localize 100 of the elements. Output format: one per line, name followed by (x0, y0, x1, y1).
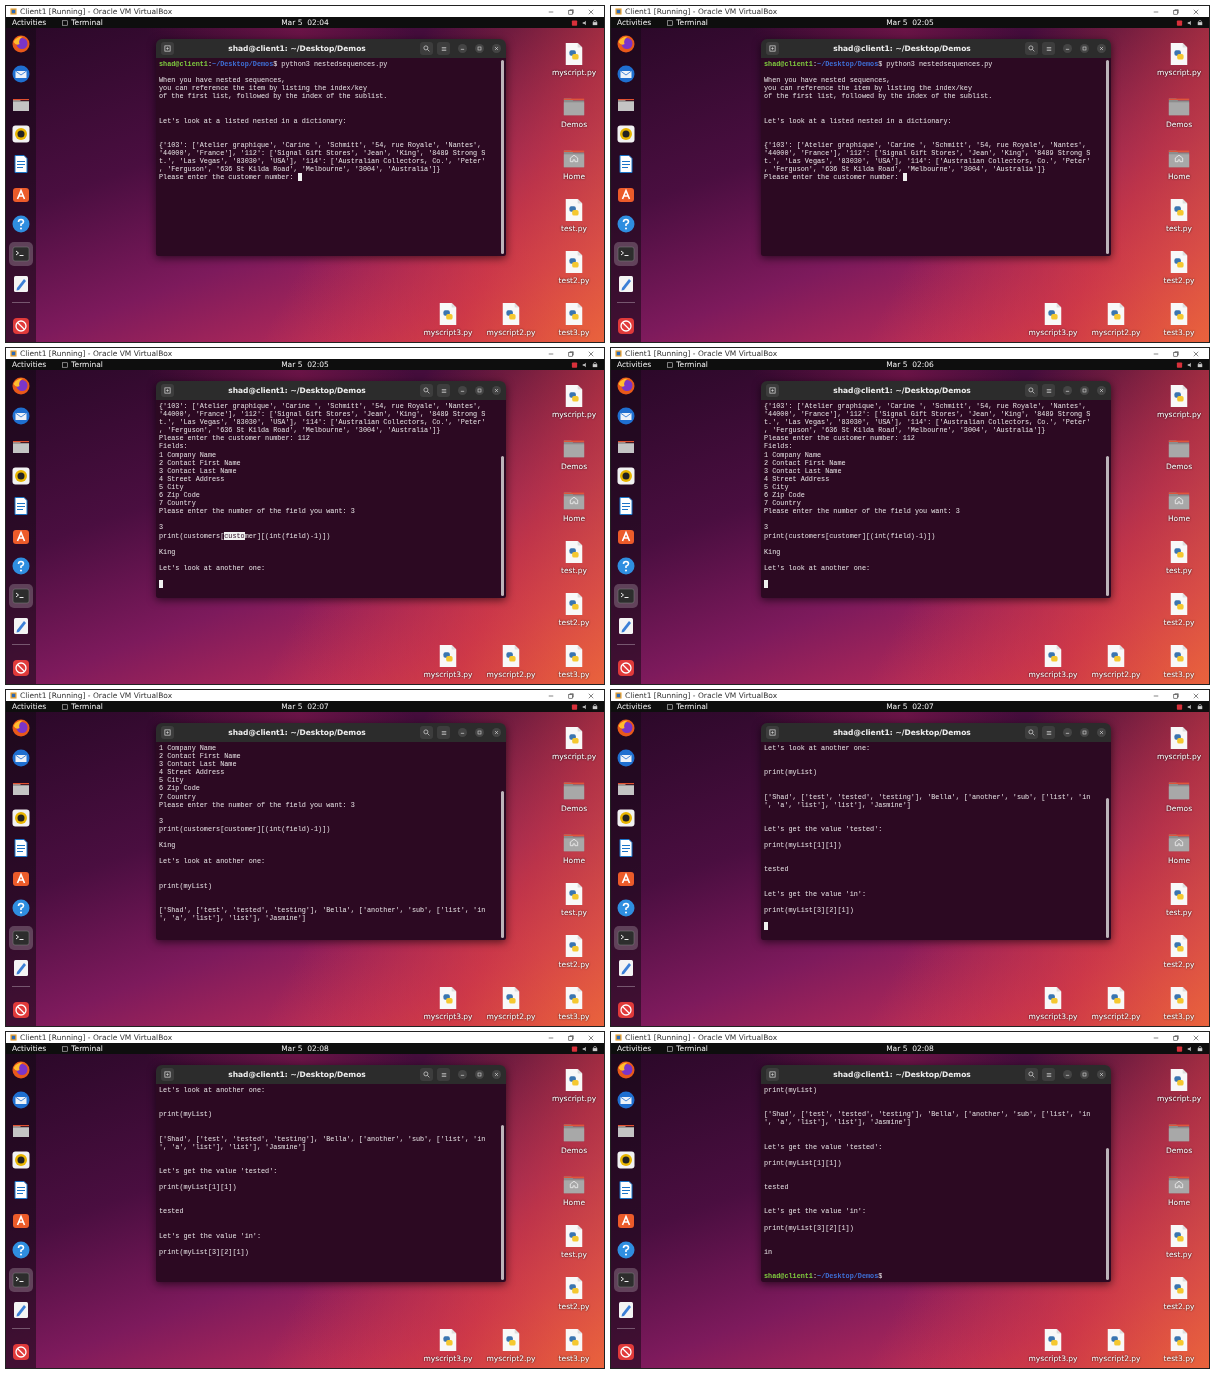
python-file-icon[interactable] (1168, 882, 1190, 906)
python-file-icon[interactable] (563, 1328, 585, 1352)
minimize-button[interactable] (458, 1070, 467, 1079)
python-file-icon[interactable] (437, 986, 459, 1010)
maximize-button[interactable] (1080, 728, 1089, 737)
python-file-icon[interactable] (1168, 1224, 1190, 1248)
python-file-icon[interactable] (563, 384, 585, 408)
speaker-icon[interactable] (1187, 19, 1193, 26)
search-button[interactable] (420, 384, 433, 397)
scrollbar-thumb[interactable] (1106, 60, 1109, 254)
menu-button[interactable] (1042, 384, 1055, 397)
restore-icon[interactable] (568, 692, 574, 699)
scrollbar-thumb[interactable] (1106, 456, 1109, 596)
close-button[interactable] (1097, 728, 1106, 737)
close-icon[interactable] (588, 692, 594, 699)
menu-button[interactable] (437, 384, 450, 397)
maximize-button[interactable] (1080, 386, 1089, 395)
restore-icon[interactable] (568, 350, 574, 357)
terminal-dock-button[interactable] (9, 926, 33, 950)
scrollbar-thumb[interactable] (501, 60, 504, 254)
python-file-icon[interactable] (563, 986, 585, 1010)
python-file-icon[interactable] (563, 592, 585, 616)
python-file-icon[interactable] (563, 42, 585, 66)
python-file-icon[interactable] (1168, 302, 1190, 326)
python-file-icon[interactable] (563, 1068, 585, 1092)
python-file-icon[interactable] (500, 302, 522, 326)
speaker-icon[interactable] (1187, 361, 1193, 368)
close-button[interactable] (1097, 44, 1106, 53)
minimize-button[interactable] (1063, 386, 1072, 395)
python-file-icon[interactable] (563, 302, 585, 326)
python-file-icon[interactable] (1168, 1276, 1190, 1300)
python-file-icon[interactable] (1168, 986, 1190, 1010)
menu-button[interactable] (437, 726, 450, 739)
new-tab-button[interactable] (766, 1068, 779, 1081)
python-file-icon[interactable] (1168, 42, 1190, 66)
close-icon[interactable] (1193, 692, 1199, 699)
python-file-icon[interactable] (1105, 1328, 1127, 1352)
python-file-icon[interactable] (1168, 644, 1190, 668)
python-file-icon[interactable] (563, 934, 585, 958)
restore-icon[interactable] (568, 1034, 574, 1041)
python-file-icon[interactable] (1042, 644, 1064, 668)
maximize-button[interactable] (475, 386, 484, 395)
scrollbar-thumb[interactable] (501, 1124, 504, 1280)
speaker-icon[interactable] (582, 361, 588, 368)
close-icon[interactable] (588, 1034, 594, 1041)
python-file-icon[interactable] (1042, 302, 1064, 326)
scrollbar-thumb[interactable] (501, 456, 504, 596)
terminal-dock-button[interactable] (9, 242, 33, 266)
terminal-dock-button[interactable] (614, 926, 638, 950)
python-file-icon[interactable] (563, 1224, 585, 1248)
minimize-button[interactable] (1063, 44, 1072, 53)
python-file-icon[interactable] (1042, 1328, 1064, 1352)
new-tab-button[interactable] (161, 42, 174, 55)
close-button[interactable] (492, 44, 501, 53)
restore-icon[interactable] (1173, 350, 1179, 357)
menu-button[interactable] (1042, 1068, 1055, 1081)
maximize-button[interactable] (1080, 44, 1089, 53)
speaker-icon[interactable] (582, 1045, 588, 1052)
close-button[interactable] (492, 386, 501, 395)
new-tab-button[interactable] (161, 726, 174, 739)
close-icon[interactable] (588, 350, 594, 357)
speaker-icon[interactable] (1187, 703, 1193, 710)
menu-button[interactable] (1042, 726, 1055, 739)
close-icon[interactable] (1193, 8, 1199, 15)
minimize-button[interactable] (1063, 728, 1072, 737)
search-button[interactable] (420, 726, 433, 739)
new-tab-button[interactable] (161, 384, 174, 397)
python-file-icon[interactable] (1168, 384, 1190, 408)
python-file-icon[interactable] (500, 986, 522, 1010)
scrollbar-thumb[interactable] (1106, 798, 1109, 938)
python-file-icon[interactable] (1168, 1328, 1190, 1352)
speaker-icon[interactable] (1187, 1045, 1193, 1052)
new-tab-button[interactable] (766, 42, 779, 55)
search-button[interactable] (420, 42, 433, 55)
python-file-icon[interactable] (437, 302, 459, 326)
maximize-button[interactable] (475, 728, 484, 737)
close-icon[interactable] (588, 8, 594, 15)
terminal-dock-button[interactable] (614, 242, 638, 266)
search-button[interactable] (1025, 384, 1038, 397)
restore-icon[interactable] (1173, 692, 1179, 699)
new-tab-button[interactable] (161, 1068, 174, 1081)
python-file-icon[interactable] (1168, 540, 1190, 564)
python-file-icon[interactable] (1042, 986, 1064, 1010)
minimize-button[interactable] (458, 386, 467, 395)
python-file-icon[interactable] (563, 882, 585, 906)
python-file-icon[interactable] (1168, 198, 1190, 222)
new-tab-button[interactable] (766, 726, 779, 739)
terminal-dock-button[interactable] (9, 1268, 33, 1292)
maximize-button[interactable] (475, 44, 484, 53)
python-file-icon[interactable] (500, 644, 522, 668)
close-button[interactable] (492, 1070, 501, 1079)
search-button[interactable] (420, 1068, 433, 1081)
python-file-icon[interactable] (1105, 644, 1127, 668)
python-file-icon[interactable] (563, 540, 585, 564)
maximize-button[interactable] (1080, 1070, 1089, 1079)
python-file-icon[interactable] (563, 1276, 585, 1300)
python-file-icon[interactable] (1168, 250, 1190, 274)
menu-button[interactable] (437, 42, 450, 55)
close-button[interactable] (492, 728, 501, 737)
speaker-icon[interactable] (582, 703, 588, 710)
